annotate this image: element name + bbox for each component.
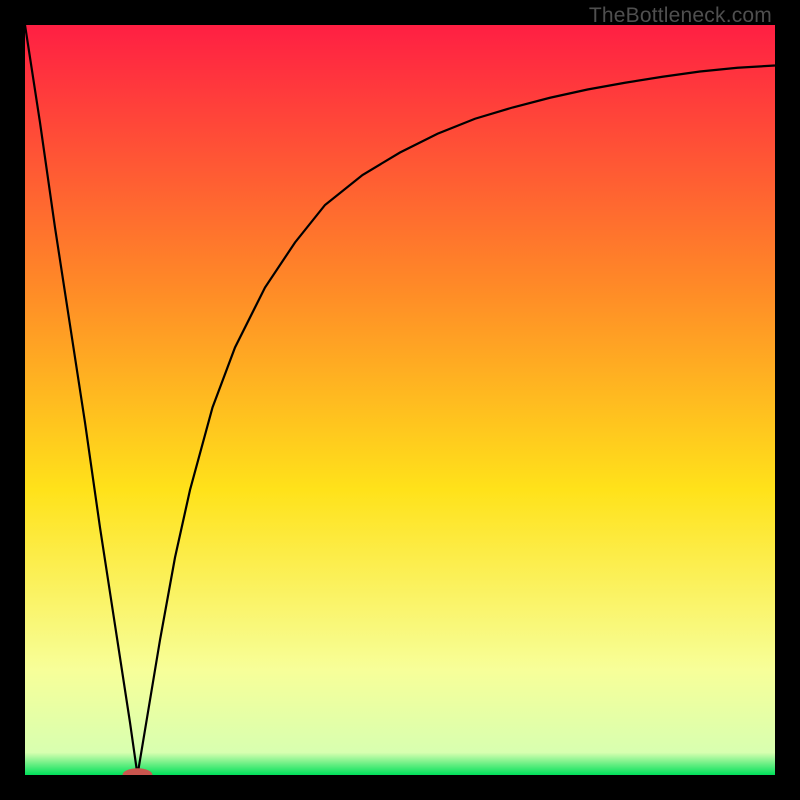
bottleneck-curve [25,25,775,775]
plot-area [25,25,775,775]
optimum-marker [123,768,153,775]
watermark-text: TheBottleneck.com [589,4,772,28]
chart-frame: TheBottleneck.com [0,0,800,800]
curve-layer [25,25,775,775]
